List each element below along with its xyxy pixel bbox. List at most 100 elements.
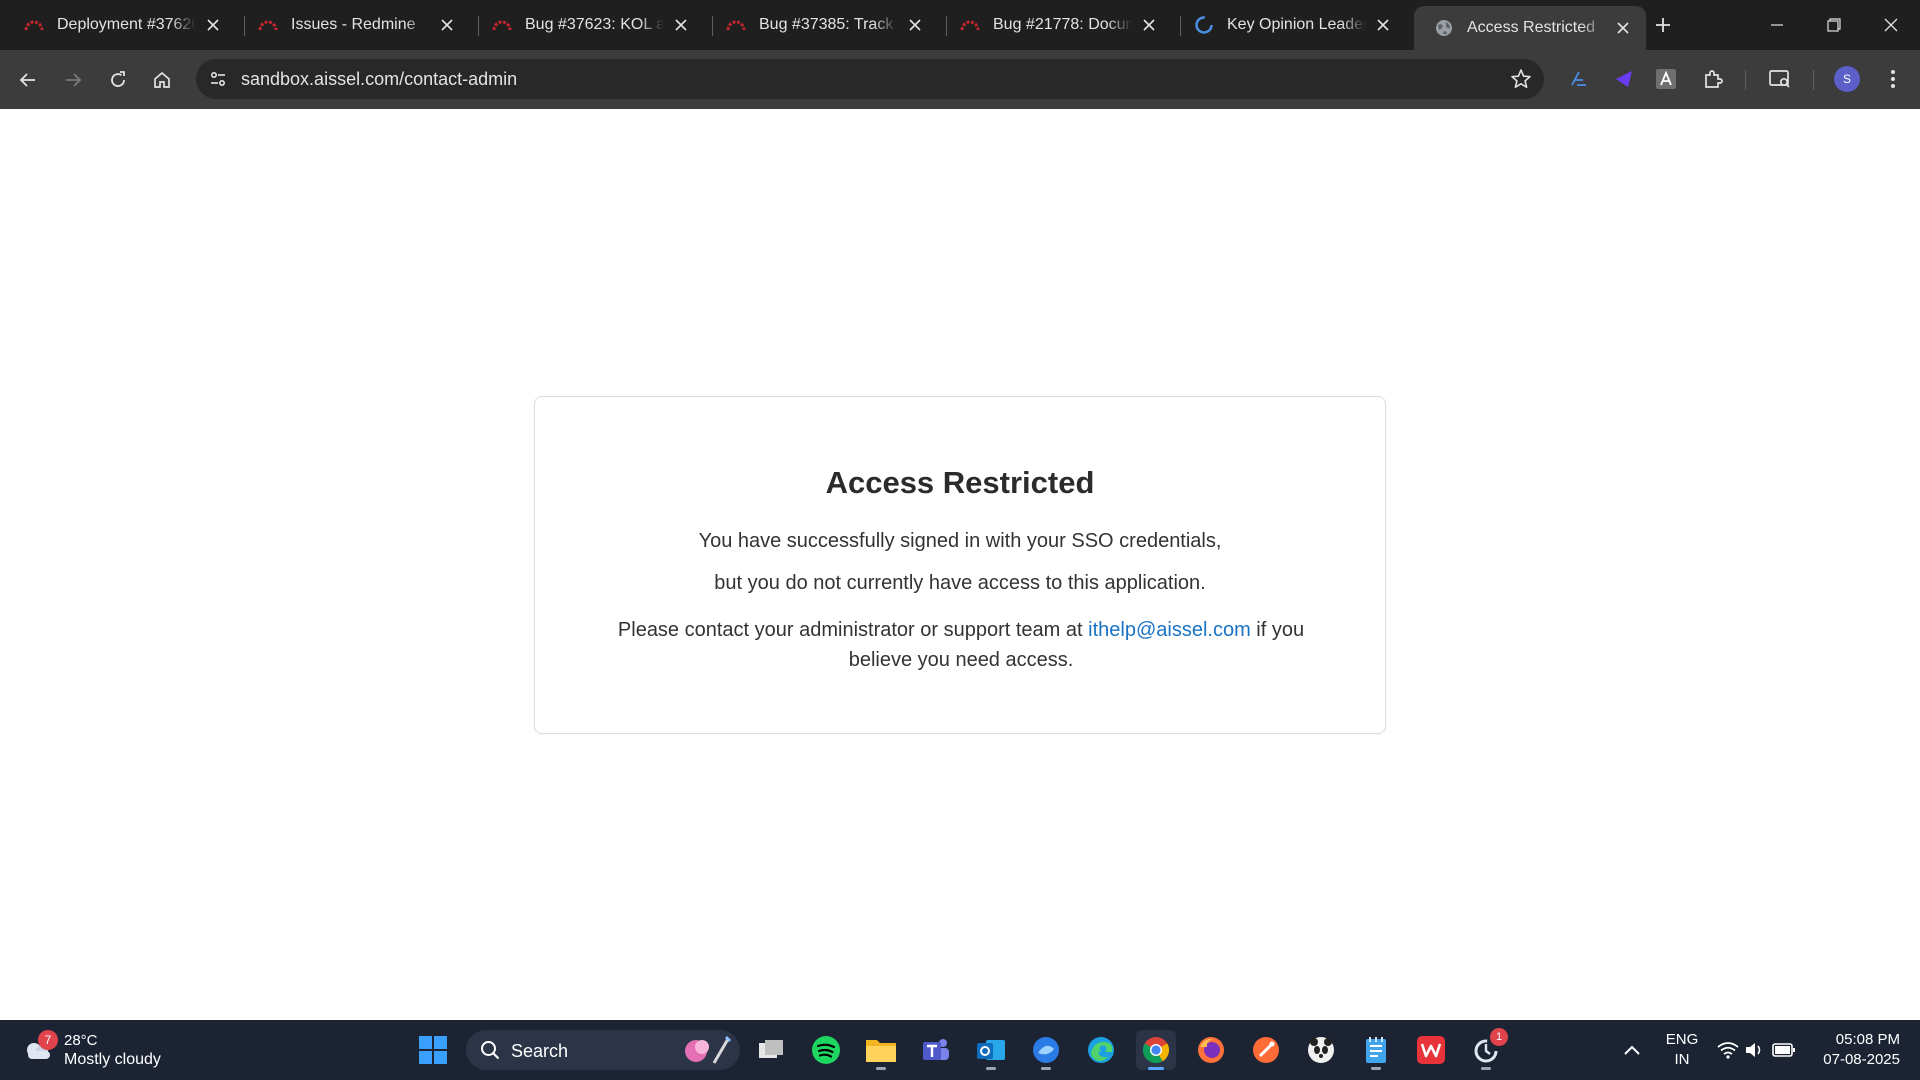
close-icon[interactable] bbox=[436, 14, 458, 36]
tab-deployment[interactable]: Deployment #37620: bbox=[4, 6, 236, 44]
tab-title: Bug #37385: Track > bbox=[759, 16, 898, 33]
page-title: Access Restricted bbox=[825, 465, 1095, 500]
clock-date: 07-08-2025 bbox=[1823, 1051, 1900, 1068]
taskbar-search[interactable]: Search bbox=[466, 1030, 740, 1070]
tab-title: Key Opinion Leader M bbox=[1227, 16, 1366, 33]
tab-issues-redmine[interactable]: Issues - Redmine bbox=[238, 6, 470, 44]
tab-title: Issues - Redmine bbox=[291, 16, 416, 33]
tab-strip: Deployment #37620: Issues - Redmine Bug … bbox=[0, 0, 1920, 50]
loading-icon bbox=[1194, 15, 1214, 35]
tab-access-restricted[interactable]: Access Restricted bbox=[1414, 6, 1646, 50]
panda-app-icon[interactable] bbox=[1301, 1030, 1341, 1070]
wps-office-icon[interactable] bbox=[1411, 1030, 1451, 1070]
tab-bug-21778[interactable]: Bug #21778: Docume bbox=[940, 6, 1172, 44]
notepad-icon[interactable] bbox=[1356, 1030, 1396, 1070]
extension-purple-icon[interactable] bbox=[1611, 66, 1637, 92]
close-icon[interactable] bbox=[1372, 14, 1394, 36]
outlook-icon[interactable] bbox=[971, 1030, 1011, 1070]
restore-button[interactable] bbox=[1819, 10, 1849, 40]
menu-kebab-icon[interactable] bbox=[1880, 66, 1906, 92]
contact-prefix: Please contact your administrator or sup… bbox=[617, 619, 1089, 641]
redmine-icon bbox=[726, 15, 746, 35]
redmine-icon bbox=[24, 15, 44, 35]
extensions-puzzle-icon[interactable] bbox=[1700, 66, 1726, 92]
tab-search-icon[interactable] bbox=[1767, 66, 1793, 92]
profile-avatar[interactable]: S bbox=[1834, 66, 1860, 92]
edge-icon[interactable] bbox=[1081, 1030, 1121, 1070]
windows-taskbar: 7 28°C Mostly cloudy Search 1 ENG IN 05:… bbox=[0, 1020, 1920, 1080]
toolbar-divider bbox=[1745, 70, 1746, 90]
chevron-up-icon[interactable] bbox=[1620, 1038, 1644, 1062]
tab-bug-37385[interactable]: Bug #37385: Track > bbox=[706, 6, 938, 44]
file-explorer-icon[interactable] bbox=[861, 1030, 901, 1070]
browser-app-icon[interactable] bbox=[1026, 1030, 1066, 1070]
weather-temperature: 28°C bbox=[64, 1032, 98, 1049]
system-clock[interactable]: 05:08 PM 07-08-2025 bbox=[1800, 1030, 1900, 1070]
tab-key-opinion-leader[interactable]: Key Opinion Leader M bbox=[1174, 6, 1406, 44]
update-app-icon[interactable]: 1 bbox=[1466, 1028, 1508, 1070]
toolbar-divider bbox=[1813, 70, 1814, 90]
spotify-icon[interactable] bbox=[806, 1030, 846, 1070]
tab-bug-37623[interactable]: Bug #37623: KOL and bbox=[472, 6, 704, 44]
globe-icon bbox=[1434, 18, 1454, 38]
tab-title: Bug #37623: KOL and bbox=[525, 16, 664, 33]
support-email-link[interactable]: ithelp@aissel.com bbox=[1088, 619, 1251, 641]
running-indicator bbox=[1481, 1067, 1491, 1070]
close-icon[interactable] bbox=[202, 14, 224, 36]
running-indicator bbox=[1371, 1067, 1381, 1070]
close-icon[interactable] bbox=[1138, 14, 1160, 36]
forward-button[interactable] bbox=[59, 66, 87, 94]
search-label: Search bbox=[511, 1041, 569, 1061]
running-indicator bbox=[1041, 1067, 1051, 1070]
postman-icon[interactable] bbox=[1246, 1030, 1286, 1070]
redmine-icon bbox=[492, 15, 512, 35]
close-icon[interactable] bbox=[670, 14, 692, 36]
tab-title: Access Restricted bbox=[1467, 19, 1596, 36]
language-code: ENG bbox=[1665, 1031, 1699, 1048]
redmine-icon bbox=[960, 15, 980, 35]
running-indicator bbox=[986, 1067, 996, 1070]
firefox-icon[interactable] bbox=[1191, 1030, 1231, 1070]
close-window-button[interactable] bbox=[1876, 10, 1906, 40]
access-restricted-card: Access Restricted You have successfully … bbox=[534, 396, 1386, 734]
bookmark-star-icon[interactable] bbox=[1510, 68, 1532, 90]
browser-toolbar: sandbox.aissel.com/contact-admin S bbox=[0, 50, 1920, 109]
tab-title: Bug #21778: Docume bbox=[993, 16, 1132, 33]
new-tab-button[interactable] bbox=[1651, 13, 1675, 37]
address-bar[interactable]: sandbox.aissel.com/contact-admin bbox=[196, 59, 1544, 99]
language-indicator[interactable]: ENG IN bbox=[1662, 1030, 1702, 1070]
back-button[interactable] bbox=[14, 66, 42, 94]
tab-title: Deployment #37620: bbox=[57, 16, 196, 33]
browser-chrome: Deployment #37620: Issues - Redmine Bug … bbox=[0, 0, 1920, 109]
search-icon bbox=[481, 1041, 500, 1060]
weather-widget[interactable]: 7 28°C Mostly cloudy bbox=[20, 1030, 180, 1072]
url-text[interactable]: sandbox.aissel.com/contact-admin bbox=[241, 69, 517, 90]
start-button[interactable] bbox=[413, 1030, 453, 1070]
task-view-icon[interactable] bbox=[751, 1030, 791, 1070]
weather-condition: Mostly cloudy bbox=[64, 1051, 161, 1068]
site-settings-icon[interactable] bbox=[208, 69, 228, 89]
running-indicator bbox=[876, 1067, 886, 1070]
clock-time: 05:08 PM bbox=[1835, 1031, 1900, 1048]
home-button[interactable] bbox=[148, 66, 176, 94]
message-line-1: You have successfully signed in with you… bbox=[698, 530, 1222, 552]
reload-button[interactable] bbox=[104, 66, 132, 94]
search-highlight-icon bbox=[685, 1035, 732, 1064]
chrome-icon[interactable] bbox=[1136, 1030, 1176, 1070]
font-extension-icon[interactable] bbox=[1653, 66, 1679, 92]
wifi-icon[interactable] bbox=[1716, 1038, 1740, 1062]
volume-icon[interactable] bbox=[1743, 1038, 1767, 1062]
close-icon[interactable] bbox=[1612, 17, 1634, 39]
notification-badge: 1 bbox=[1490, 1028, 1508, 1046]
teams-icon[interactable] bbox=[916, 1030, 956, 1070]
message-line-2: but you do not currently have access to … bbox=[714, 572, 1206, 594]
redmine-icon bbox=[258, 15, 278, 35]
page-content: Access Restricted You have successfully … bbox=[0, 109, 1920, 1020]
translate-extension-icon[interactable] bbox=[1566, 66, 1592, 92]
close-icon[interactable] bbox=[904, 14, 926, 36]
battery-icon[interactable] bbox=[1772, 1038, 1796, 1062]
contact-message: Please contact your administrator or sup… bbox=[605, 615, 1317, 675]
weather-badge: 7 bbox=[38, 1030, 58, 1050]
running-indicator bbox=[1148, 1067, 1164, 1070]
minimize-button[interactable] bbox=[1762, 10, 1792, 40]
